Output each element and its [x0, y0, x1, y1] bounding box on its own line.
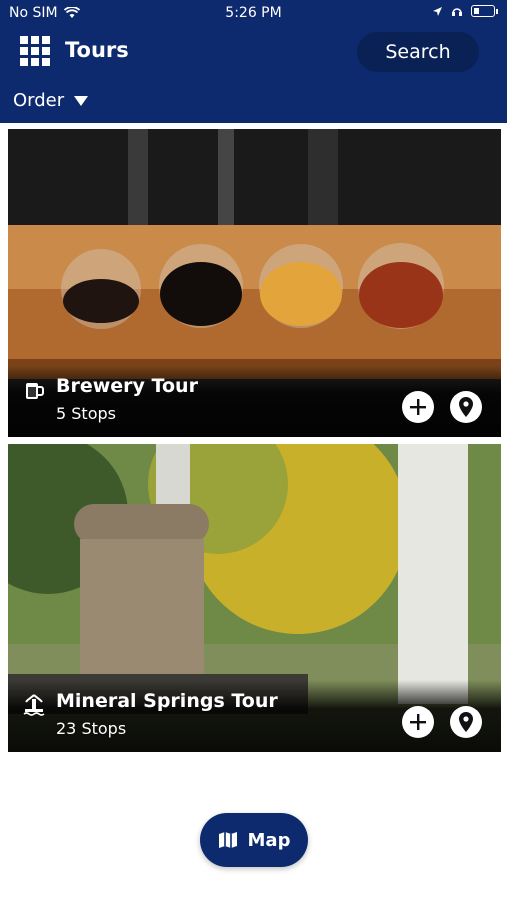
map-pin-icon — [459, 397, 473, 417]
grid-menu-icon[interactable] — [20, 36, 50, 66]
caret-down-icon — [74, 95, 89, 106]
tour-location-button[interactable] — [450, 706, 482, 738]
tour-title: Brewery Tour — [56, 375, 198, 397]
map-button[interactable]: Map — [200, 813, 308, 867]
tour-location-button[interactable] — [450, 391, 482, 423]
fountain-icon — [23, 694, 45, 716]
order-dropdown[interactable]: Order — [13, 90, 89, 111]
plus-icon — [410, 399, 426, 415]
plus-icon — [410, 714, 426, 730]
battery-tip — [496, 8, 498, 14]
toolbar: Tours Search — [0, 26, 507, 78]
search-button[interactable]: Search — [357, 32, 479, 72]
tour-stop-count: 5 Stops — [56, 404, 116, 423]
tour-title: Mineral Springs Tour — [56, 690, 278, 712]
page-title: Tours — [65, 38, 129, 62]
headphones-icon — [452, 8, 462, 16]
tour-stop-count: 23 Stops — [56, 719, 127, 738]
map-button-label: Map — [247, 829, 291, 851]
tour-card-brewery[interactable]: Brewery Tour 5 Stops — [8, 129, 501, 437]
map-pin-icon — [459, 712, 473, 732]
add-tour-button[interactable] — [402, 706, 434, 738]
battery-icon — [471, 5, 495, 17]
status-bar: No SIM 5:26 PM — [0, 0, 507, 26]
tour-card-mineral-springs[interactable]: Mineral Springs Tour 23 Stops — [8, 444, 501, 752]
status-time: 5:26 PM — [225, 5, 282, 21]
location-arrow-icon — [433, 6, 442, 16]
beer-mug-icon — [26, 383, 44, 399]
app-header: No SIM 5:26 PM Tours Search Order — [0, 0, 507, 123]
add-tour-button[interactable] — [402, 391, 434, 423]
map-icon — [218, 832, 237, 848]
order-label: Order — [13, 90, 65, 111]
